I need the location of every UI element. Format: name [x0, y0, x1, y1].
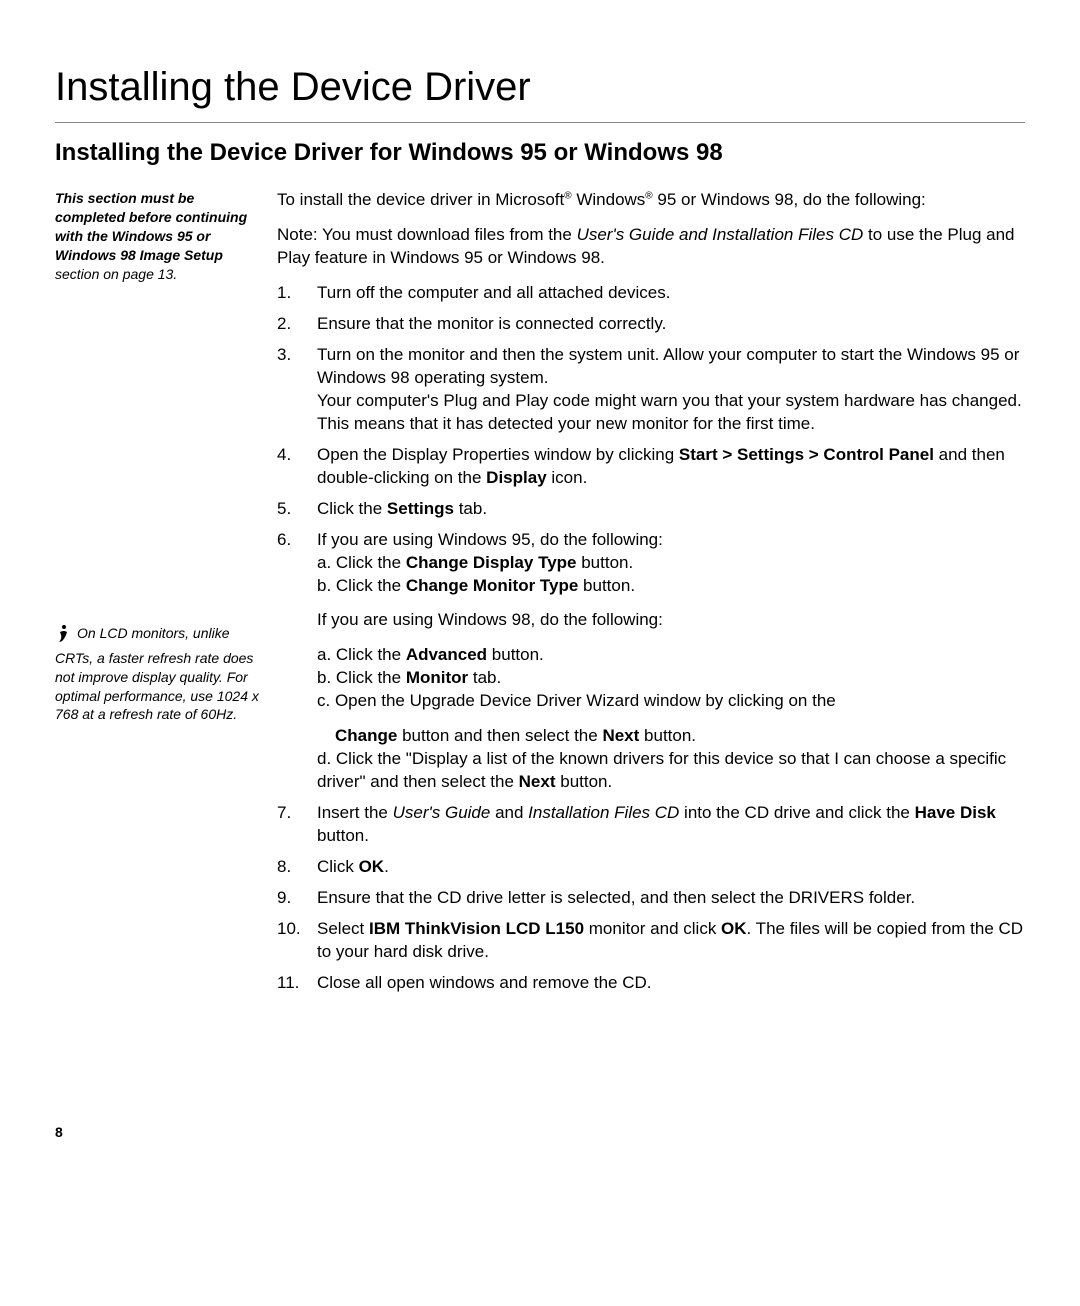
steps-list: Turn off the computer and all attached d… [277, 282, 1025, 994]
t: button and then select the [397, 726, 602, 745]
t: a. Click the [317, 553, 406, 572]
t: User's Guide [393, 803, 491, 822]
intro-post: 95 or Windows 98, do the following: [653, 190, 926, 209]
step-1: Turn off the computer and all attached d… [277, 282, 1025, 305]
step-text: Insert the User's Guide and Installation… [317, 802, 1025, 848]
step-8: Click OK. [277, 856, 1025, 879]
t: tab. [468, 668, 501, 687]
step-11: Close all open windows and remove the CD… [277, 972, 1025, 995]
page-number: 8 [55, 1123, 1025, 1142]
t: Next [519, 772, 556, 791]
step-text: Select IBM ThinkVision LCD L150 monitor … [317, 918, 1025, 964]
t: Have Disk [915, 803, 996, 822]
step-10: Select IBM ThinkVision LCD L150 monitor … [277, 918, 1025, 964]
reg-mark: ® [645, 191, 652, 202]
info-icon [55, 624, 73, 649]
t: monitor and click [584, 919, 721, 938]
step-text: Close all open windows and remove the CD… [317, 972, 1025, 995]
note-paragraph: Note: You must download files from the U… [277, 224, 1025, 270]
step-6: If you are using Windows 95, do the foll… [277, 529, 1025, 794]
sub-b: b. Click the Change Monitor Type button. [317, 575, 1025, 598]
sidebar-note-text: This section must be completed before co… [55, 190, 247, 263]
step-text: Click the Settings tab. [317, 498, 1025, 521]
t: icon. [547, 468, 588, 487]
t: Settings [387, 499, 454, 518]
t: Change [335, 726, 397, 745]
sidebar-note-suffix: section on page 13. [55, 266, 177, 282]
note-italic: User's Guide and Installation Files CD [577, 225, 864, 244]
step-text: If you are using Windows 95, do the foll… [317, 529, 1025, 794]
t: Change Monitor Type [406, 576, 579, 595]
t: Select [317, 919, 369, 938]
step-4: Open the Display Properties window by cl… [277, 444, 1025, 490]
t: button. [556, 772, 613, 791]
t: a. Click the [317, 645, 406, 664]
step-text: Turn on the monitor and then the system … [317, 344, 1025, 436]
t: . [384, 857, 389, 876]
sidebar-info-text: On LCD monitors, unlike CRTs, a faster r… [55, 625, 259, 723]
step-text: Turn off the computer and all attached d… [317, 282, 1025, 305]
t: Insert the [317, 803, 393, 822]
content-columns: This section must be completed before co… [55, 189, 1025, 1002]
step-5: Click the Settings tab. [277, 498, 1025, 521]
reg-mark: ® [564, 191, 571, 202]
t: and [490, 803, 528, 822]
t: Open the Display Properties window by cl… [317, 445, 679, 464]
sub-a: a. Click the Change Display Type button. [317, 552, 1025, 575]
sidebar: This section must be completed before co… [55, 189, 277, 724]
t: Display [486, 468, 546, 487]
t: b. Click the [317, 668, 406, 687]
t: OK [721, 919, 747, 938]
note-pre: Note: You must download files from the [277, 225, 577, 244]
main-content: To install the device driver in Microsof… [277, 189, 1025, 1002]
intro-paragraph: To install the device driver in Microsof… [277, 189, 1025, 212]
section-heading: Installing the Device Driver for Windows… [55, 137, 1025, 169]
t: Click [317, 857, 359, 876]
t: IBM ThinkVision LCD L150 [369, 919, 584, 938]
sub-98d: d. Click the "Display a list of the know… [317, 748, 1025, 794]
t: Installation Files CD [528, 803, 679, 822]
t: Click the [317, 499, 387, 518]
t: button. [578, 576, 635, 595]
sidebar-note-info: On LCD monitors, unlike CRTs, a faster r… [55, 624, 267, 724]
sub-98c: c. Open the Upgrade Device Driver Wizard… [317, 690, 1025, 713]
t: tab. [454, 499, 487, 518]
step-text: Click OK. [317, 856, 1025, 879]
step-2: Ensure that the monitor is connected cor… [277, 313, 1025, 336]
t: d. Click the "Display a list of the know… [317, 749, 1006, 791]
t: OK [359, 857, 385, 876]
intro-mid: Windows [572, 190, 646, 209]
t: b. Click the [317, 576, 406, 595]
win98-intro: If you are using Windows 98, do the foll… [317, 609, 1025, 632]
step-9: Ensure that the CD drive letter is selec… [277, 887, 1025, 910]
step-text: Ensure that the monitor is connected cor… [317, 313, 1025, 336]
win95-intro: If you are using Windows 95, do the foll… [317, 529, 1025, 552]
t: Start > Settings > Control Panel [679, 445, 934, 464]
title-rule [55, 122, 1025, 123]
t: Change Display Type [406, 553, 577, 572]
sub-98a: a. Click the Advanced button. [317, 644, 1025, 667]
t: Advanced [406, 645, 487, 664]
t: button. [639, 726, 696, 745]
t: Next [602, 726, 639, 745]
step-7: Insert the User's Guide and Installation… [277, 802, 1025, 848]
page-title: Installing the Device Driver [55, 60, 1025, 114]
step-text: Ensure that the CD drive letter is selec… [317, 887, 1025, 910]
step-3: Turn on the monitor and then the system … [277, 344, 1025, 436]
sub-98c-line2: Change button and then select the Next b… [317, 725, 1025, 748]
intro-pre: To install the device driver in Microsof… [277, 190, 564, 209]
t: Monitor [406, 668, 468, 687]
sidebar-note-prerequisite: This section must be completed before co… [55, 189, 267, 283]
sub-98b: b. Click the Monitor tab. [317, 667, 1025, 690]
step-text: Open the Display Properties window by cl… [317, 444, 1025, 490]
t: button. [317, 826, 369, 845]
t: button. [577, 553, 634, 572]
t: button. [487, 645, 544, 664]
t: into the CD drive and click the [679, 803, 914, 822]
